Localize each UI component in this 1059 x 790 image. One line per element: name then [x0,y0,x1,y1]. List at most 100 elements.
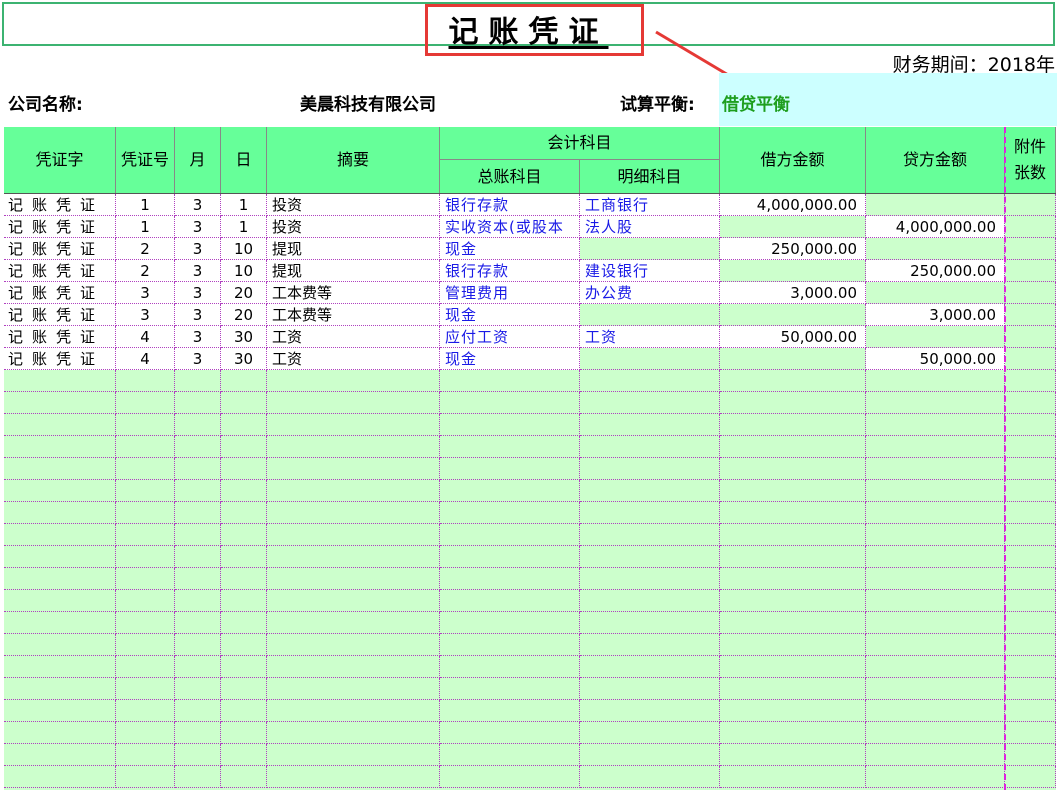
cell-type[interactable] [4,678,116,700]
cell-type[interactable]: 记账凭证 [4,348,116,370]
cell-summary[interactable]: 工资 [267,326,440,348]
cell-credit[interactable] [866,436,1005,458]
cell-general[interactable] [440,678,580,700]
cell-debit[interactable] [720,370,866,392]
cell-no[interactable]: 1 [116,216,175,238]
cell-general[interactable] [440,590,580,612]
cell-no[interactable] [116,414,175,436]
cell-debit[interactable] [720,546,866,568]
cell-month[interactable] [175,766,221,788]
cell-month[interactable] [175,370,221,392]
cell-general[interactable] [440,700,580,722]
cell-month[interactable] [175,480,221,502]
cell-day[interactable]: 20 [221,304,267,326]
cell-day[interactable] [221,612,267,634]
cell-detail[interactable] [580,634,720,656]
cell-summary[interactable] [267,612,440,634]
cell-no[interactable] [116,502,175,524]
cell-detail[interactable] [580,502,720,524]
cell-day[interactable] [221,568,267,590]
cell-no[interactable]: 4 [116,326,175,348]
cell-credit[interactable] [866,700,1005,722]
header-summary[interactable]: 摘要 [267,127,440,194]
cell-general[interactable] [440,524,580,546]
cell-no[interactable] [116,634,175,656]
cell-month[interactable] [175,722,221,744]
cell-day[interactable] [221,524,267,546]
cell-type[interactable]: 记账凭证 [4,238,116,260]
cell-no[interactable]: 3 [116,304,175,326]
cell-no[interactable] [116,722,175,744]
cell-detail[interactable] [580,568,720,590]
cell-detail[interactable]: 法人股 [580,216,720,238]
cell-detail[interactable]: 工商银行 [580,194,720,216]
cell-general[interactable] [440,370,580,392]
cell-debit[interactable] [720,348,866,370]
cell-general[interactable]: 应付工资 [440,326,580,348]
cell-att[interactable] [1005,678,1056,700]
cell-type[interactable] [4,458,116,480]
cell-credit[interactable] [866,458,1005,480]
cell-detail[interactable] [580,370,720,392]
cell-detail[interactable]: 建设银行 [580,260,720,282]
cell-debit[interactable]: 50,000.00 [720,326,866,348]
cell-type[interactable]: 记账凭证 [4,216,116,238]
cell-summary[interactable]: 提现 [267,260,440,282]
cell-day[interactable] [221,414,267,436]
company-name[interactable]: 美晨科技有限公司 [300,90,436,115]
header-voucher-no[interactable]: 凭证号 [116,127,175,194]
cell-debit[interactable] [720,678,866,700]
cell-summary[interactable]: 投资 [267,216,440,238]
cell-no[interactable] [116,546,175,568]
cell-month[interactable] [175,546,221,568]
header-account-group[interactable]: 会计科目 [440,127,720,160]
cell-credit[interactable] [866,282,1005,304]
cell-day[interactable] [221,590,267,612]
cell-type[interactable] [4,524,116,546]
cell-summary[interactable]: 投资 [267,194,440,216]
cell-summary[interactable] [267,568,440,590]
cell-debit[interactable] [720,766,866,788]
cell-credit[interactable] [866,414,1005,436]
cell-att[interactable] [1005,348,1056,370]
cell-credit[interactable] [866,766,1005,788]
cell-type[interactable] [4,370,116,392]
header-attachments[interactable]: 附件 张数 [1005,127,1056,194]
cell-type[interactable] [4,590,116,612]
cell-type[interactable] [4,612,116,634]
cell-debit[interactable] [720,656,866,678]
cell-month[interactable]: 3 [175,326,221,348]
cell-att[interactable] [1005,634,1056,656]
cell-type[interactable] [4,502,116,524]
cell-credit[interactable] [866,656,1005,678]
cell-month[interactable] [175,744,221,766]
cell-type[interactable]: 记账凭证 [4,260,116,282]
cell-summary[interactable] [267,458,440,480]
cell-debit[interactable]: 3,000.00 [720,282,866,304]
cell-day[interactable] [221,480,267,502]
cell-summary[interactable] [267,414,440,436]
cell-detail[interactable] [580,458,720,480]
cell-att[interactable] [1005,238,1056,260]
cell-no[interactable] [116,612,175,634]
cell-debit[interactable] [720,392,866,414]
cell-day[interactable]: 10 [221,260,267,282]
cell-general[interactable] [440,502,580,524]
cell-att[interactable] [1005,546,1056,568]
cell-general[interactable]: 现金 [440,348,580,370]
cell-credit[interactable] [866,326,1005,348]
cell-type[interactable] [4,656,116,678]
cell-no[interactable] [116,370,175,392]
cell-detail[interactable] [580,304,720,326]
cell-detail[interactable] [580,392,720,414]
cell-summary[interactable] [267,392,440,414]
cell-general[interactable] [440,722,580,744]
cell-credit[interactable] [866,722,1005,744]
cell-general[interactable]: 管理费用 [440,282,580,304]
cell-month[interactable] [175,678,221,700]
cell-day[interactable]: 30 [221,348,267,370]
cell-general[interactable]: 银行存款 [440,260,580,282]
cell-credit[interactable] [866,612,1005,634]
cell-no[interactable] [116,458,175,480]
cell-day[interactable] [221,656,267,678]
